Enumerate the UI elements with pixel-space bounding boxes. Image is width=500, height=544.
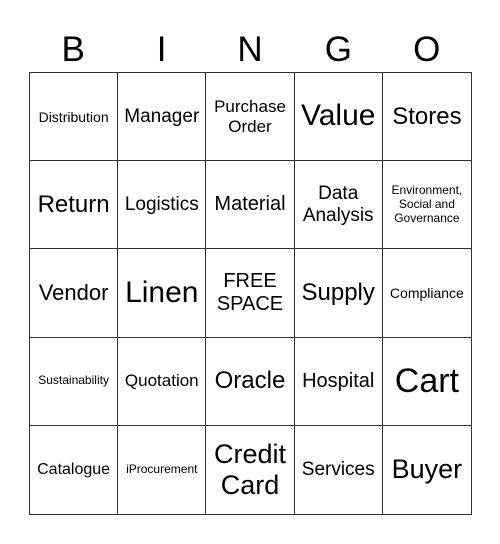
cell-label: Buyer (391, 454, 463, 485)
header-letter-o: O (413, 30, 441, 69)
bingo-cell[interactable]: Material (206, 161, 295, 250)
bingo-cell[interactable]: Return (30, 161, 119, 250)
bingo-cell[interactable]: Oracle (206, 337, 295, 426)
cell-label: Material (214, 193, 286, 216)
bingo-cell[interactable]: iProcurement (118, 425, 207, 514)
cell-label: Supply (301, 279, 375, 307)
bingo-cell[interactable]: Value (294, 73, 383, 162)
bingo-grid: Distribution Manager Purchase Order Value St… (29, 72, 472, 515)
bingo-cell[interactable]: Sustainability (30, 337, 119, 426)
free-space-cell[interactable]: FREE SPACE (206, 249, 295, 338)
bingo-cell[interactable]: Environment, Social and Governance (382, 161, 471, 250)
bingo-cell[interactable]: Compliance (382, 249, 471, 338)
cell-label: Compliance (389, 284, 464, 301)
cell-label: Stores (392, 102, 462, 130)
header-letter-b: B (61, 30, 85, 69)
cell-label: Value (300, 99, 376, 133)
bingo-cell[interactable]: Purchase Order (206, 73, 295, 162)
header-letter-n: N (237, 30, 263, 69)
cell-label: Sustainability (38, 373, 109, 388)
cell-label: Quotation (124, 371, 199, 391)
bingo-cell[interactable]: Distribution (30, 73, 119, 162)
cell-label: Logistics (124, 193, 199, 215)
cell-label: FREE SPACE (216, 269, 284, 315)
cell-label: Manager (124, 105, 200, 127)
cell-label: Hospital (302, 369, 375, 392)
cell-label: Vendor (38, 280, 109, 306)
bingo-cell[interactable]: Cart (382, 338, 471, 426)
bingo-cell[interactable]: Services (295, 425, 383, 514)
header-letter-i: I (156, 30, 167, 69)
header-letter-g: G (324, 30, 352, 69)
cell-label: Environment, Social and Governance (391, 183, 463, 225)
cell-label: Data Analysis (302, 182, 374, 226)
bingo-cell[interactable]: Catalogue (30, 425, 119, 514)
cell-label: Oracle (214, 367, 286, 395)
bingo-cell[interactable]: Data Analysis (294, 161, 383, 250)
bingo-header: B I N G O (29, 28, 471, 72)
bingo-cell[interactable]: Buyer (383, 426, 471, 514)
bingo-cell[interactable]: Linen (118, 249, 207, 338)
bingo-cell[interactable]: Quotation (118, 337, 207, 426)
bingo-cell[interactable]: Stores (382, 73, 471, 162)
cell-label: Cart (394, 361, 459, 400)
cell-label: Catalogue (37, 460, 111, 478)
cell-label: Linen (125, 275, 199, 309)
cell-label: iProcurement (126, 461, 198, 476)
bingo-cell[interactable]: Vendor (30, 249, 119, 338)
cell-label: Services (301, 458, 375, 480)
bingo-cell[interactable]: Hospital (294, 337, 383, 426)
bingo-cell[interactable]: Credit Card (206, 425, 295, 514)
bingo-cell[interactable]: Logistics (118, 161, 207, 250)
cell-label: Distribution (38, 108, 109, 125)
cell-label: Return (37, 190, 110, 218)
cell-label: Purchase Order (214, 97, 286, 136)
bingo-cell[interactable]: Manager (118, 73, 207, 162)
cell-label: Credit Card (213, 438, 286, 500)
bingo-cell[interactable]: Supply (294, 249, 383, 338)
